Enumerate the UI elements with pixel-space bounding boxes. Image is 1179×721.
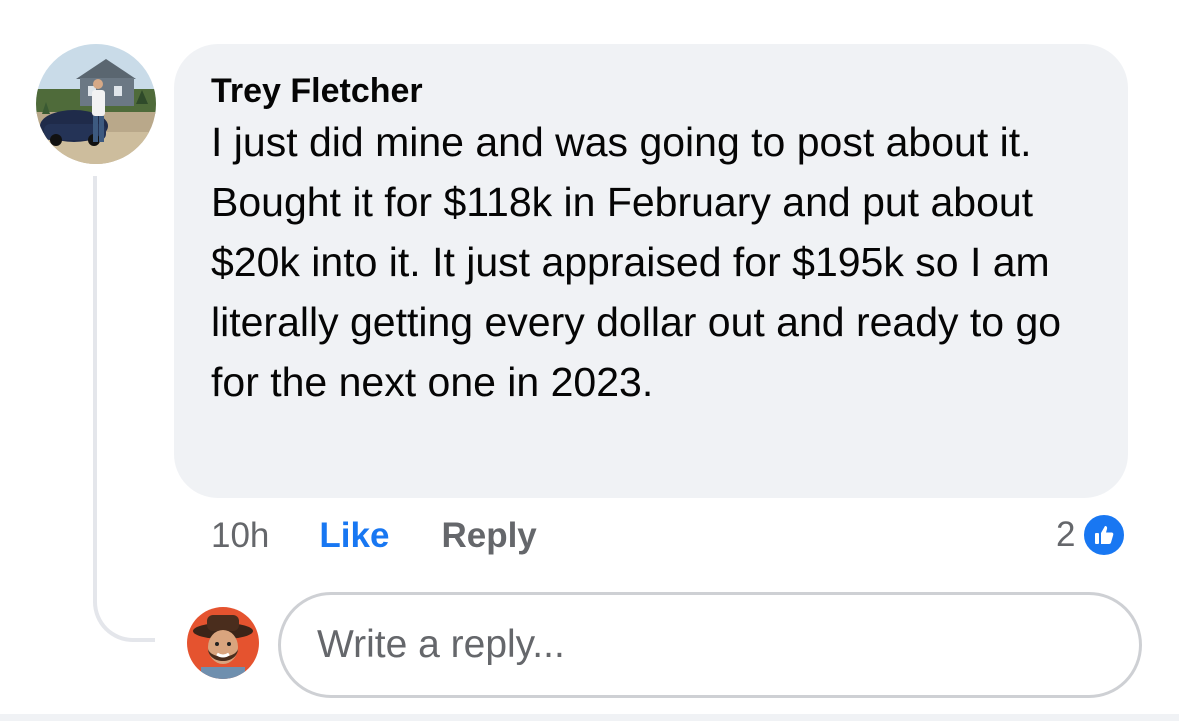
write-reply-input[interactable] <box>278 592 1142 698</box>
comment-author-name[interactable]: Trey Fletcher <box>211 70 1092 112</box>
like-button[interactable]: Like <box>319 516 389 556</box>
bottom-divider <box>0 714 1179 721</box>
current-user-avatar[interactable] <box>187 607 259 679</box>
commenter-avatar[interactable] <box>36 44 156 164</box>
comment-actions: 10h Like Reply <box>211 514 537 558</box>
thumbs-up-icon <box>1081 512 1128 558</box>
comment-bubble: Trey Fletcher I just did mine and was go… <box>174 44 1128 498</box>
reply-button[interactable]: Reply <box>441 516 536 556</box>
reaction-count: 2 <box>1056 515 1076 554</box>
comment-text: I just did mine and was going to post ab… <box>211 119 1062 405</box>
reply-thread-line <box>93 176 155 642</box>
comment-timestamp[interactable]: 10h <box>211 516 269 556</box>
reaction-summary[interactable]: 2 <box>1056 510 1128 560</box>
